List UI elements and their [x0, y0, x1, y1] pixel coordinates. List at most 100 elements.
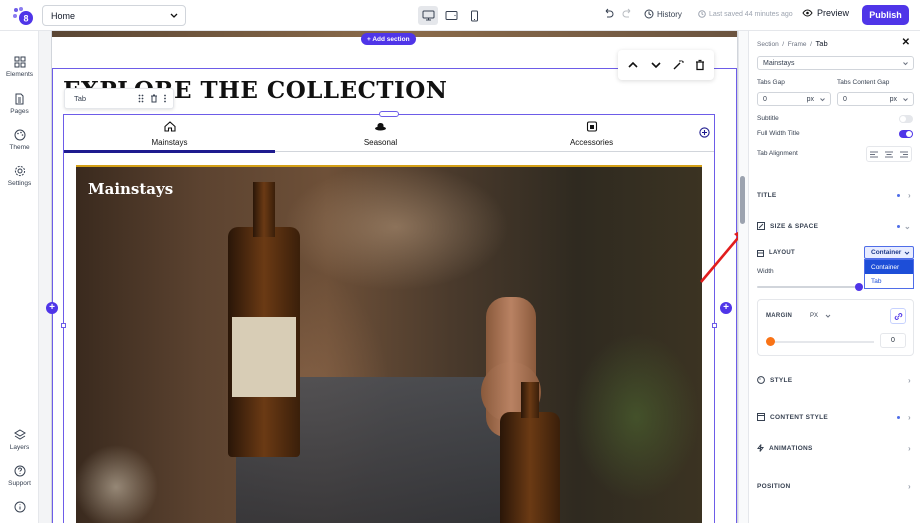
- full-width-title-toggle[interactable]: [899, 130, 913, 138]
- breadcrumb-frame[interactable]: Frame: [788, 41, 807, 48]
- sidebar-item-pages[interactable]: Pages: [0, 93, 39, 115]
- preview-button[interactable]: Preview: [802, 8, 849, 18]
- section-title[interactable]: TITLE ›: [757, 189, 913, 201]
- chevron-down-icon[interactable]: [650, 60, 662, 70]
- save-status: Last saved 44 minutes ago: [698, 10, 793, 18]
- breadcrumb: Section / Frame / Tab: [757, 39, 828, 48]
- layout-select[interactable]: Container: [864, 246, 914, 259]
- resize-handle[interactable]: [61, 323, 66, 328]
- section-size-space-label: SIZE & SPACE: [770, 222, 819, 230]
- layout-option-container[interactable]: Container: [865, 260, 913, 274]
- layout-select-value: Container: [871, 249, 902, 256]
- tabs-gap-input[interactable]: 0 px: [757, 92, 831, 106]
- mobile-view-button[interactable]: [464, 6, 484, 25]
- properties-scrollbar[interactable]: [738, 31, 748, 523]
- full-width-title-label: Full Width Title: [757, 130, 800, 137]
- chevron-down-icon: [903, 98, 908, 102]
- tabs-gap-value: 0: [763, 95, 767, 103]
- more-vertical-icon[interactable]: [163, 94, 167, 103]
- tab-panel-image[interactable]: Mainstays: [76, 165, 702, 523]
- tab-panel-title[interactable]: Mainstays: [88, 180, 173, 198]
- home-icon: [163, 121, 176, 132]
- align-left-icon[interactable]: [870, 151, 879, 158]
- mobile-icon: [470, 10, 478, 21]
- tab-seasonal[interactable]: Seasonal: [275, 121, 486, 147]
- clock-icon: [698, 10, 706, 18]
- subtitle-toggle[interactable]: [899, 115, 913, 123]
- magic-wand-icon[interactable]: [672, 59, 685, 71]
- section-style[interactable]: STYLE ›: [757, 374, 913, 386]
- properties-scroll-thumb[interactable]: [740, 176, 745, 224]
- history-button[interactable]: History: [644, 9, 682, 19]
- desktop-view-button[interactable]: [418, 6, 438, 25]
- margin-slider-knob[interactable]: [766, 337, 775, 346]
- tabs-gap-unit[interactable]: px: [807, 96, 814, 103]
- margin-unit[interactable]: PX: [810, 313, 818, 319]
- history-label: History: [657, 9, 682, 19]
- breadcrumb-tab: Tab: [815, 39, 828, 48]
- section-animations[interactable]: ANIMATIONS ›: [757, 442, 913, 454]
- tab-mainstays[interactable]: Mainstays: [64, 121, 275, 147]
- margin-input[interactable]: 0: [880, 333, 906, 348]
- sidebar-item-settings[interactable]: Settings: [0, 165, 39, 187]
- tablet-view-button[interactable]: [441, 6, 461, 25]
- add-element-right-button[interactable]: +: [720, 302, 732, 314]
- sidebar-item-support[interactable]: Support: [0, 465, 39, 487]
- photo-bottle-left: [228, 182, 300, 457]
- publish-button[interactable]: Publish: [862, 5, 909, 25]
- palette-icon: [757, 376, 765, 384]
- hat-icon: [375, 123, 386, 131]
- width-slider[interactable]: [757, 286, 861, 288]
- sidebar-item-label: Settings: [7, 180, 32, 187]
- sidebar-item-layers[interactable]: Layers: [0, 429, 39, 451]
- tab-element-chip[interactable]: Tab: [64, 88, 174, 109]
- history-icon: [644, 9, 654, 19]
- section-size-space[interactable]: SIZE & SPACE ⌄: [757, 220, 913, 232]
- sidebar-item-elements[interactable]: Elements: [0, 56, 39, 78]
- section-content-style[interactable]: CONTENT STYLE ›: [757, 411, 913, 423]
- editor-canvas[interactable]: + Add section EXPLORE THE COLLECTION Tab: [39, 31, 748, 523]
- layers-icon: [13, 429, 26, 440]
- drag-handle-icon[interactable]: [137, 94, 145, 103]
- tab-label: Seasonal: [363, 138, 398, 147]
- add-element-left-button[interactable]: +: [46, 302, 58, 314]
- tab-select[interactable]: Mainstays: [757, 56, 914, 70]
- layout-option-tab[interactable]: Tab: [865, 274, 913, 288]
- undo-button[interactable]: [603, 8, 614, 20]
- info-button[interactable]: [0, 501, 39, 516]
- eye-icon: [802, 9, 813, 17]
- tab-accessories[interactable]: Accessories: [486, 121, 697, 147]
- trash-icon[interactable]: [695, 59, 705, 71]
- width-slider-knob[interactable]: [855, 283, 863, 291]
- sidebar-item-label: Theme: [9, 144, 30, 151]
- app-logo[interactable]: 8: [12, 6, 34, 26]
- resize-handle[interactable]: [379, 111, 399, 117]
- add-tab-button[interactable]: [699, 127, 710, 140]
- chevron-right-icon: ›: [908, 481, 911, 491]
- section-position[interactable]: POSITION ›: [757, 480, 913, 492]
- properties-panel: Section / Frame / Tab ✕ Mainstays Tabs G…: [748, 31, 920, 523]
- layout-icon: [757, 249, 764, 257]
- tablet-icon: [445, 11, 457, 20]
- margin-slider[interactable]: [770, 341, 874, 343]
- trash-icon[interactable]: [150, 94, 158, 103]
- tabs-content-gap-input[interactable]: 0 px: [837, 92, 914, 106]
- grid-icon: [14, 56, 25, 68]
- chevron-right-icon: ›: [908, 443, 911, 453]
- breadcrumb-section[interactable]: Section: [757, 41, 779, 48]
- redo-button[interactable]: [622, 8, 633, 20]
- close-icon[interactable]: ✕: [902, 37, 910, 48]
- page-select[interactable]: Home: [42, 5, 186, 26]
- tab-alignment-label: Tab Alignment: [757, 150, 798, 157]
- align-center-icon[interactable]: [884, 151, 893, 158]
- sidebar-item-theme[interactable]: Theme: [0, 129, 39, 151]
- chevron-down-icon: ⌄: [903, 221, 911, 231]
- align-right-icon[interactable]: [899, 151, 908, 158]
- add-section-button[interactable]: + Add section: [361, 33, 416, 45]
- link-margins-button[interactable]: [890, 308, 906, 324]
- tab-chip-actions: [137, 94, 167, 103]
- resize-handle[interactable]: [712, 323, 717, 328]
- tabs-content-gap-unit[interactable]: px: [890, 96, 897, 103]
- chevron-up-icon[interactable]: [627, 60, 639, 70]
- section-position-label: POSITION: [757, 482, 791, 490]
